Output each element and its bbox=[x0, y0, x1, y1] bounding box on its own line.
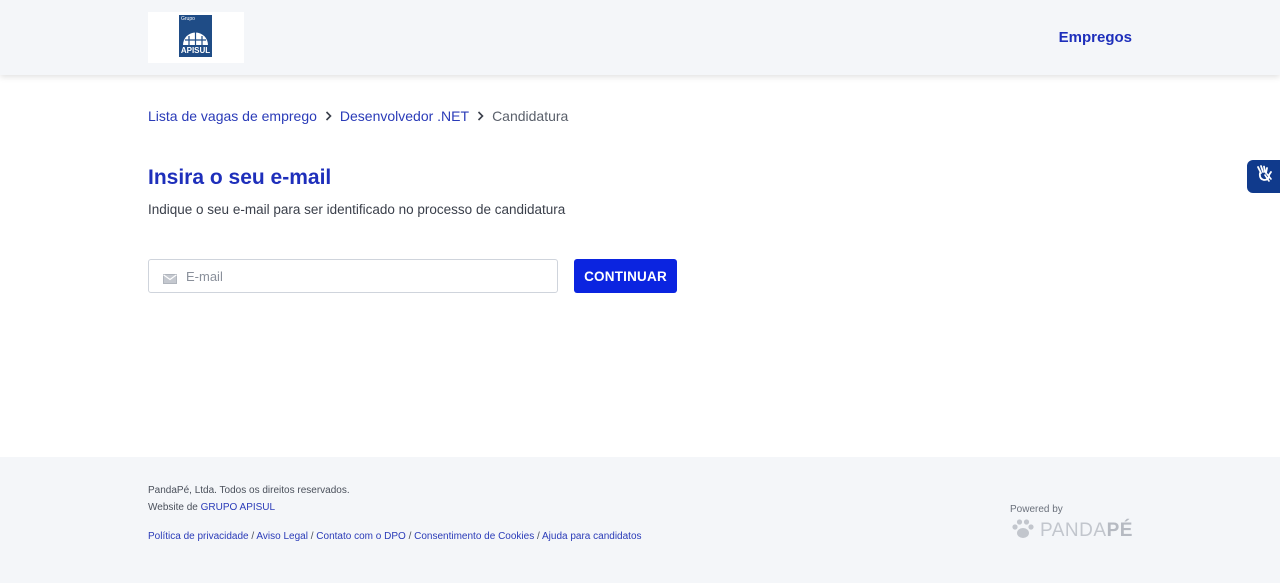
pandape-logo[interactable]: PANDAPÉ bbox=[1010, 518, 1133, 543]
footer-link-legal[interactable]: Aviso Legal bbox=[256, 531, 308, 542]
pandape-wordmark-light: PANDA bbox=[1040, 519, 1107, 541]
breadcrumb-current: Candidatura bbox=[492, 108, 569, 124]
apisul-logo-mark: Grupo APISUL bbox=[179, 15, 212, 57]
breadcrumb-link-job[interactable]: Desenvolvedor .NET bbox=[340, 108, 469, 124]
page-title: Insira o seu e-mail bbox=[148, 166, 332, 189]
email-field[interactable] bbox=[148, 259, 558, 293]
chevron-right-icon bbox=[325, 109, 332, 124]
nav-link-empregos[interactable]: Empregos bbox=[1059, 29, 1132, 46]
email-input[interactable] bbox=[184, 267, 548, 285]
breadcrumb-link-job-list[interactable]: Lista de vagas de emprego bbox=[148, 108, 317, 124]
mail-icon bbox=[163, 271, 177, 284]
footer-link-help[interactable]: Ajuda para candidatos bbox=[542, 531, 642, 542]
continue-button[interactable]: CONTINUAR bbox=[574, 259, 677, 293]
footer-link-dpo[interactable]: Contato com o DPO bbox=[316, 531, 405, 542]
logo-text: APISUL bbox=[180, 46, 211, 55]
footer-copyright: PandaPé, Ltda. Todos os direitos reserva… bbox=[148, 485, 350, 496]
pandape-wordmark: PANDAPÉ bbox=[1040, 520, 1133, 542]
footer-website: Website de GRUPO APISUL bbox=[148, 502, 275, 513]
page-subtitle: Indique o seu e-mail para ser identifica… bbox=[148, 202, 566, 217]
footer: PandaPé, Ltda. Todos os direitos reserva… bbox=[0, 457, 1280, 583]
footer-separator: / bbox=[408, 531, 412, 542]
footer-website-prefix: Website de bbox=[148, 502, 198, 513]
paw-icon bbox=[1010, 518, 1036, 543]
company-logo[interactable]: Grupo APISUL bbox=[148, 12, 244, 63]
header: Grupo APISUL Empregos bbox=[0, 0, 1280, 75]
sign-language-hands-icon bbox=[1254, 164, 1274, 189]
breadcrumb: Lista de vagas de emprego Desenvolvedor … bbox=[148, 108, 568, 124]
footer-separator: / bbox=[310, 531, 314, 542]
footer-separator: / bbox=[251, 531, 255, 542]
footer-links: Política de privacidade / Aviso Legal / … bbox=[148, 531, 642, 542]
footer-website-link[interactable]: GRUPO APISUL bbox=[201, 502, 275, 513]
chevron-right-icon bbox=[477, 109, 484, 124]
footer-link-cookies[interactable]: Consentimento de Cookies bbox=[414, 531, 534, 542]
accessibility-widget[interactable] bbox=[1247, 160, 1280, 193]
footer-separator: / bbox=[536, 531, 540, 542]
logo-small-text: Grupo bbox=[181, 16, 195, 22]
footer-link-privacy[interactable]: Política de privacidade bbox=[148, 531, 249, 542]
powered-by-label: Powered by bbox=[1010, 504, 1063, 515]
pandape-wordmark-bold: PÉ bbox=[1106, 519, 1133, 541]
